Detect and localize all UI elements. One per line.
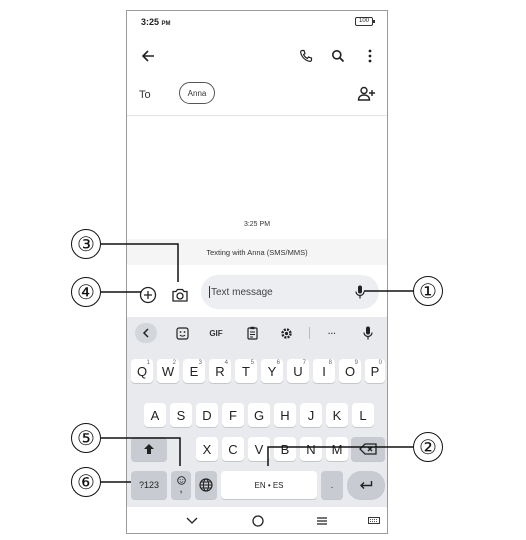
message-input[interactable] xyxy=(211,275,341,309)
gear-icon[interactable] xyxy=(275,323,297,343)
enter-icon xyxy=(360,481,373,489)
callout-5: ⑤ xyxy=(71,423,101,453)
key-hint: 1 xyxy=(146,360,150,366)
key-c[interactable]: C xyxy=(222,437,244,461)
key-label: U xyxy=(293,363,303,379)
chevron-down-icon[interactable] xyxy=(181,511,203,531)
key-l[interactable]: L xyxy=(352,403,374,427)
home-circle-icon[interactable] xyxy=(247,511,269,531)
keyboard-switch-icon[interactable] xyxy=(363,511,385,531)
key-j[interactable]: J xyxy=(300,403,322,427)
callout-1: ① xyxy=(413,276,443,306)
key-label: I xyxy=(322,363,326,379)
key-g[interactable]: G xyxy=(248,403,270,427)
message-field[interactable] xyxy=(201,275,379,309)
clipboard-icon[interactable] xyxy=(241,323,263,343)
key-label: E xyxy=(189,363,199,379)
callout-4: ④ xyxy=(71,277,101,307)
to-divider xyxy=(127,115,387,116)
callout-2: ② xyxy=(413,432,443,462)
key-hint: 5 xyxy=(250,360,254,366)
key-hint: 4 xyxy=(224,360,228,366)
symbols-key[interactable]: ?123 xyxy=(131,471,167,499)
key-i[interactable]: I8 xyxy=(313,359,335,383)
key-p[interactable]: P0 xyxy=(365,359,385,383)
key-k[interactable]: K xyxy=(326,403,348,427)
status-time-ampm: PM xyxy=(161,21,171,27)
status-time: 3:25 PM xyxy=(141,17,171,27)
key-s[interactable]: S xyxy=(170,403,192,427)
globe-icon xyxy=(199,478,213,492)
status-time-value: 3:25 xyxy=(141,17,160,27)
chevron-left-icon[interactable] xyxy=(135,323,157,343)
key-t[interactable]: T5 xyxy=(235,359,257,383)
key-x[interactable]: X xyxy=(196,437,218,461)
key-o[interactable]: O9 xyxy=(339,359,361,383)
backspace-key[interactable] xyxy=(351,437,385,461)
more-horiz-icon[interactable]: ··· xyxy=(321,323,343,343)
gif-button[interactable]: GIF xyxy=(205,323,227,343)
key-label: Q xyxy=(136,363,148,379)
mic-icon[interactable] xyxy=(349,281,371,303)
shift-icon xyxy=(144,444,154,454)
space-key[interactable]: EN • ES xyxy=(221,471,317,499)
key-hint: 6 xyxy=(276,360,280,366)
key-r[interactable]: R4 xyxy=(209,359,231,383)
phone-screen: 3:25 PM 100 To Anna 3:25 PM Texting with… xyxy=(126,10,388,534)
callout-3: ③ xyxy=(71,229,101,259)
conversation-timestamp: 3:25 PM xyxy=(243,221,271,228)
key-v[interactable]: V xyxy=(248,437,270,461)
comma-label: , xyxy=(179,483,183,495)
key-label: T xyxy=(242,363,250,379)
backspace-icon xyxy=(359,443,377,455)
text-cursor xyxy=(209,286,210,298)
key-hint: 3 xyxy=(198,360,202,366)
conversation-info: Texting with Anna (SMS/MMS) xyxy=(127,239,387,265)
navigation-bar xyxy=(127,507,387,533)
key-e[interactable]: E3 xyxy=(183,359,205,383)
key-n[interactable]: N xyxy=(300,437,322,461)
battery-icon: 100 xyxy=(355,17,375,26)
mic-icon[interactable] xyxy=(357,323,379,343)
recents-icon[interactable] xyxy=(311,511,333,531)
keyboard: GIF ··· Q1 W2 E3 R4 T5 Y6 U7 I8 O9 P0 A … xyxy=(127,317,387,507)
key-d[interactable]: D xyxy=(196,403,218,427)
keyboard-toolbar: GIF ··· xyxy=(127,317,387,349)
key-b[interactable]: B xyxy=(274,437,296,461)
key-hint: 7 xyxy=(302,360,306,366)
back-arrow-icon[interactable] xyxy=(137,45,159,67)
key-q[interactable]: Q1 xyxy=(131,359,153,383)
key-hint: 8 xyxy=(328,360,332,366)
key-hint: 9 xyxy=(354,360,358,366)
key-w[interactable]: W2 xyxy=(157,359,179,383)
callout-6: ⑥ xyxy=(71,467,101,497)
add-person-icon[interactable] xyxy=(355,83,377,105)
key-y[interactable]: Y6 xyxy=(261,359,283,383)
sticker-icon[interactable] xyxy=(171,323,193,343)
key-h[interactable]: H xyxy=(274,403,296,427)
add-circle-icon[interactable] xyxy=(135,282,161,308)
to-label: To xyxy=(139,89,151,101)
key-u[interactable]: U7 xyxy=(287,359,309,383)
enter-key[interactable] xyxy=(347,471,385,499)
key-m[interactable]: M xyxy=(326,437,348,461)
key-hint: 2 xyxy=(172,360,176,366)
key-label: Y xyxy=(267,363,277,379)
shift-key[interactable] xyxy=(131,437,167,461)
recipient-chip[interactable]: Anna xyxy=(179,82,215,104)
search-icon[interactable] xyxy=(327,45,349,67)
period-key[interactable]: . xyxy=(321,471,343,499)
key-label: R xyxy=(215,363,225,379)
key-a[interactable]: A xyxy=(144,403,166,427)
toolbar-separator xyxy=(309,327,310,339)
key-label: O xyxy=(344,363,356,379)
more-vert-icon[interactable] xyxy=(359,45,381,67)
camera-icon[interactable] xyxy=(167,282,193,308)
key-f[interactable]: F xyxy=(222,403,244,427)
globe-key[interactable] xyxy=(195,471,217,499)
comma-key[interactable]: , xyxy=(171,471,191,499)
phone-icon[interactable] xyxy=(295,45,317,67)
key-hint: 0 xyxy=(378,360,382,366)
